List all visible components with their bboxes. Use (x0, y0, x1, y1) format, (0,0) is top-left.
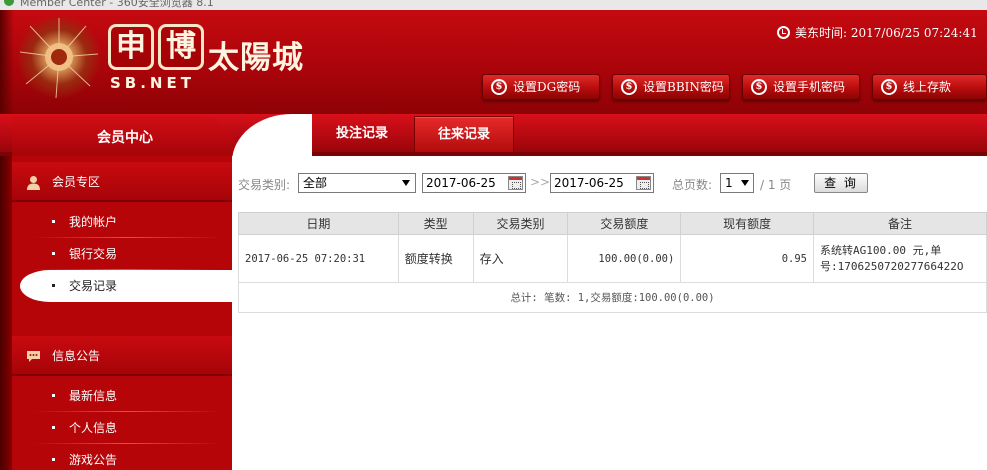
sidebar-section-announcements[interactable]: 信息公告 (12, 336, 232, 376)
button-label: 设置BBIN密码 (643, 80, 724, 94)
sidebar: 会员专区 我的帐户 银行交易 交易记录 信息公告 最新信息 个人信息 游戏公告 (0, 156, 232, 470)
page-select-value: 1 (725, 176, 733, 190)
sidebar-item-personal-info[interactable]: 个人信息 (12, 412, 232, 444)
cell-balance: 0.95 (680, 234, 814, 283)
dollar-icon: $ (621, 79, 637, 95)
column-header-balance: 现有额度 (680, 212, 814, 235)
dollar-icon: $ (491, 79, 507, 95)
section-title: 会员专区 (52, 175, 101, 189)
bullet-icon (52, 426, 55, 429)
sidebar-item-bank-transaction[interactable]: 银行交易 (12, 238, 232, 270)
bullet-icon (52, 284, 55, 287)
tab-bet-records[interactable]: 投注记录 (316, 116, 408, 152)
date-range-separator: >> (530, 175, 551, 189)
column-header-note: 备注 (813, 212, 987, 235)
dropdown-arrow-icon (402, 180, 410, 186)
select-value: 全部 (303, 176, 328, 190)
sidebar-item-label: 游戏公告 (69, 453, 118, 467)
section-title: 信息公告 (52, 349, 101, 363)
clock-label: 美东时间: (795, 26, 848, 40)
bullet-icon (52, 252, 55, 255)
total-summary: 总计: 笔数: 1,交易额度:100.00(0.00) (238, 282, 987, 313)
set-bbin-password-button[interactable]: $ 设置BBIN密码 (612, 74, 730, 100)
query-button[interactable]: 查 询 (814, 173, 868, 193)
total-pages-label: 总页数: (672, 178, 713, 192)
sidebar-item-label: 我的帐户 (69, 215, 118, 229)
start-date-value: 2017-06-25 (426, 176, 496, 190)
sidebar-item-my-account[interactable]: 我的帐户 (12, 206, 232, 238)
dollar-icon: $ (881, 79, 897, 95)
page-total: / 1 页 (760, 178, 792, 192)
sidebar-item-label: 最新信息 (69, 389, 118, 403)
main-navbar: 会员中心 投注记录 往来记录 (0, 114, 987, 164)
page-select[interactable]: 1 (720, 173, 754, 193)
column-header-category: 交易类别 (472, 212, 569, 235)
transaction-type-select[interactable]: 全部 (298, 173, 416, 193)
calendar-icon[interactable] (636, 176, 651, 190)
sidebar-item-transaction-records[interactable]: 交易记录 (20, 270, 232, 302)
cell-date: 2017-06-25 07:20:31 (238, 234, 399, 283)
set-dg-password-button[interactable]: $ 设置DG密码 (482, 74, 600, 100)
bullet-icon (52, 220, 55, 223)
browser-titlebar: Member Center - 360安全浏览器 8.1 (0, 0, 987, 10)
sidebar-shadow (0, 156, 12, 470)
transactions-table: 日期 类型 交易类别 交易额度 现有额度 备注 2017-06-25 07:20… (238, 212, 987, 313)
member-center-title: 会员中心 (12, 116, 238, 156)
set-phone-password-button[interactable]: $ 设置手机密码 (742, 74, 860, 100)
main-content: 交易类别: 全部 2017-06-25 >> 2017-06-25 总页数: 1… (232, 156, 987, 470)
cell-note: 系统转AG100.00 元,单 号:170625072027766422O (813, 234, 987, 283)
user-icon (27, 176, 40, 190)
note-line: 号:170625072027766422O (820, 259, 964, 273)
table-header-row: 日期 类型 交易类别 交易额度 现有额度 备注 (238, 212, 987, 235)
cell-amount: 100.00(0.00) (567, 234, 682, 283)
online-deposit-button[interactable]: $ 线上存款 (872, 74, 987, 100)
browser-title: Member Center - 360安全浏览器 8.1 (20, 0, 214, 9)
dollar-icon: $ (751, 79, 767, 95)
column-header-date: 日期 (238, 212, 399, 235)
tab-transaction-records[interactable]: 往来记录 (414, 116, 514, 152)
clock-icon (777, 26, 790, 39)
column-header-type: 类型 (397, 212, 474, 235)
button-label: 线上存款 (903, 80, 952, 94)
sidebar-item-label: 交易记录 (69, 279, 118, 293)
sidebar-item-label: 银行交易 (69, 247, 118, 261)
button-label: 设置DG密码 (513, 80, 581, 94)
end-date-input[interactable]: 2017-06-25 (550, 173, 654, 193)
sidebar-item-label: 个人信息 (69, 421, 118, 435)
dropdown-arrow-icon (741, 180, 749, 186)
cell-type: 额度转换 (397, 234, 474, 283)
logo-char-bo: 博 (158, 24, 204, 70)
end-date-value: 2017-06-25 (554, 176, 624, 190)
start-date-input[interactable]: 2017-06-25 (422, 173, 526, 193)
logo-emblem-icon (16, 14, 102, 100)
sidebar-section-member[interactable]: 会员专区 (12, 162, 232, 202)
sidebar-item-game-announcements[interactable]: 游戏公告 (12, 444, 232, 470)
browser-app-icon (4, 0, 14, 6)
type-label: 交易类别: (238, 178, 291, 192)
bullet-icon (52, 458, 55, 461)
table-total-row: 总计: 笔数: 1,交易额度:100.00(0.00) (238, 282, 987, 313)
bullet-icon (52, 394, 55, 397)
note-line: 系统转AG100.00 元,单 (820, 243, 942, 257)
clock-value: 2017/06/25 07:24:41 (850, 26, 978, 40)
header-shadow (0, 10, 14, 114)
button-label: 设置手机密码 (773, 80, 846, 94)
chat-bubble-icon (27, 351, 40, 362)
logo-domain: SB.NET (110, 74, 195, 92)
cell-category: 存入 (472, 234, 569, 283)
site-header: 申 博 太陽城 SB.NET 美东时间: 2017/06/25 07:24:41… (0, 10, 987, 114)
logo-chinese-name: 太陽城 (208, 40, 304, 76)
calendar-icon[interactable] (508, 176, 523, 190)
column-header-amount: 交易额度 (567, 212, 682, 235)
server-clock: 美东时间: 2017/06/25 07:24:41 (777, 24, 978, 41)
sidebar-item-latest-info[interactable]: 最新信息 (12, 380, 232, 412)
table-row: 2017-06-25 07:20:31 额度转换 存入 100.00(0.00)… (238, 234, 987, 283)
filter-bar: 交易类别: 全部 2017-06-25 >> 2017-06-25 总页数: 1… (232, 172, 987, 196)
logo-char-shen: 申 (108, 24, 154, 70)
